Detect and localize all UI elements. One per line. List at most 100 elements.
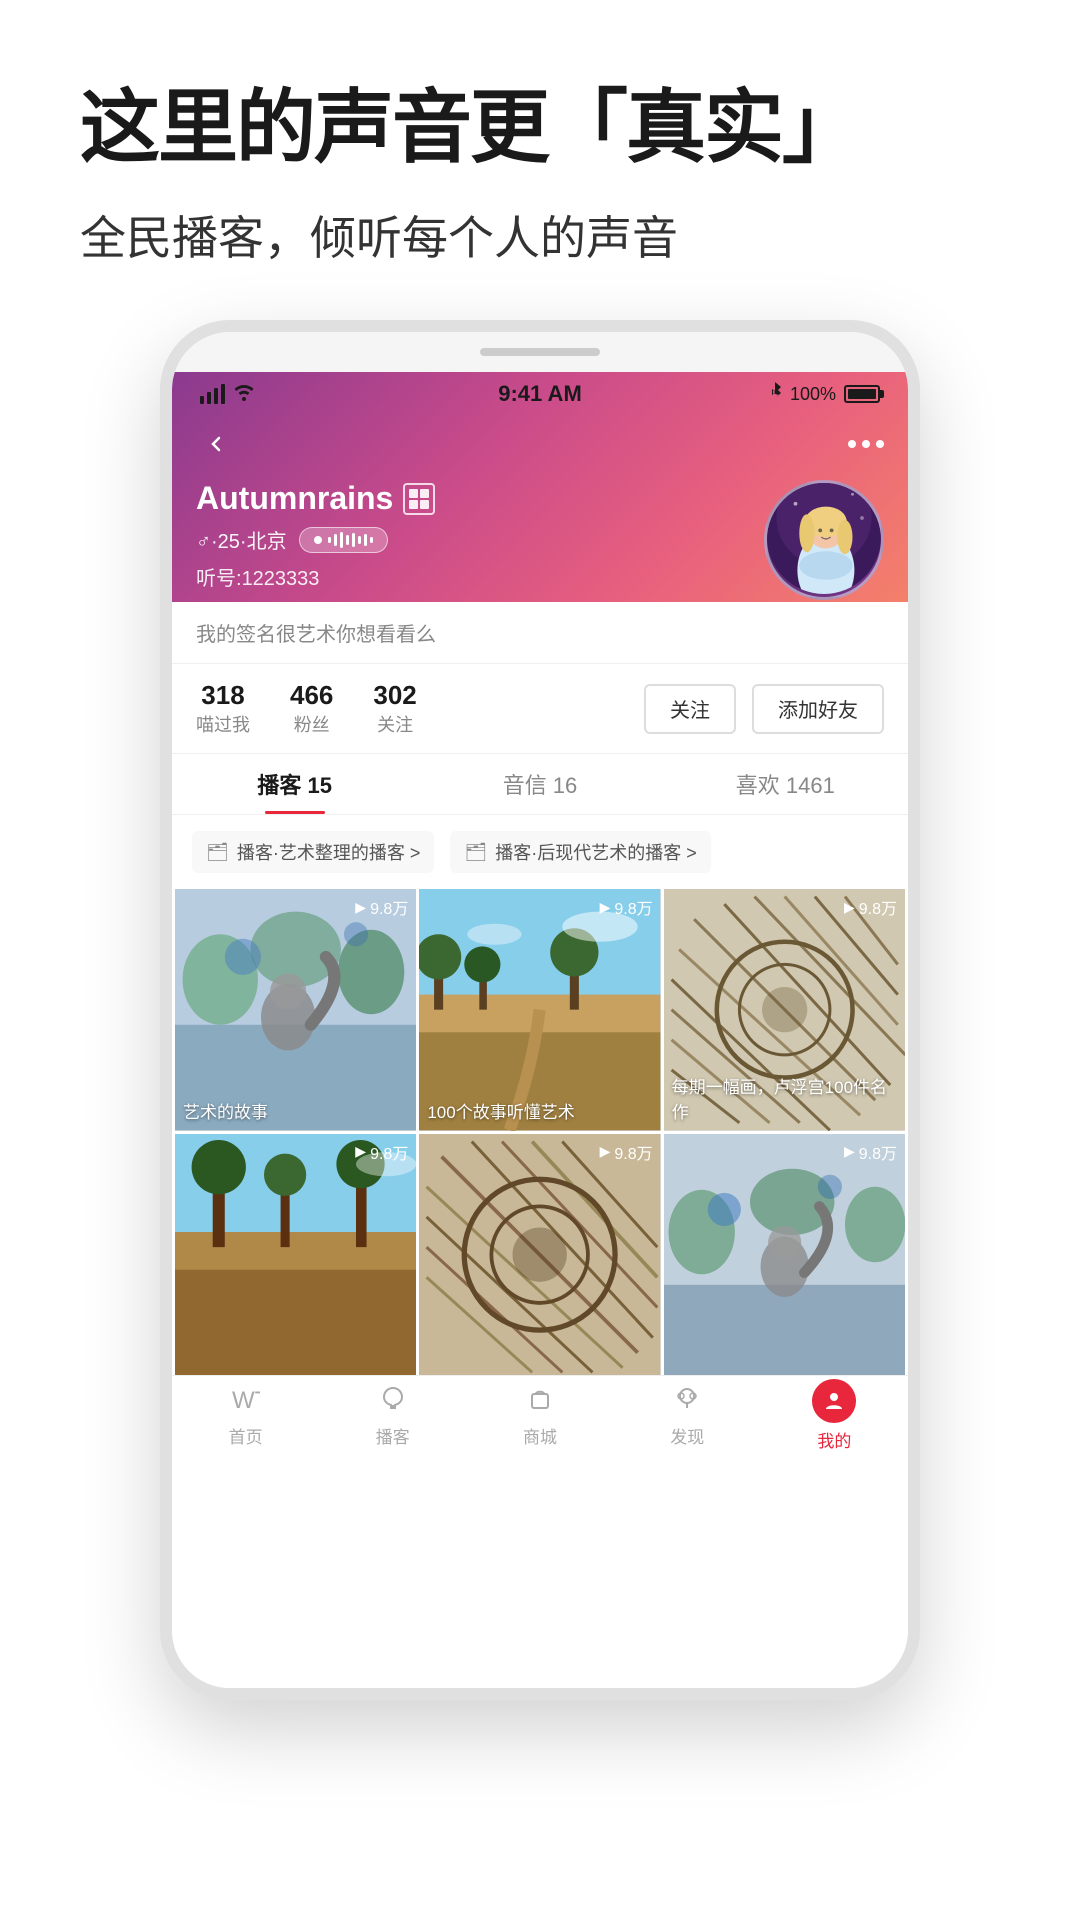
nav-podcast-label: 播客 [376,1423,410,1448]
grid-item-6[interactable]: ▶ 9.8万 [664,1134,905,1375]
dot1 [848,440,856,448]
miao-count: 318 [201,680,244,711]
follow-button[interactable]: 关注 [644,684,736,734]
stat-follow: 302 关注 [373,680,416,737]
profile-id: 听号:1223333 [196,562,764,591]
bottom-nav: WTR 首页 播客 [172,1375,908,1455]
play-icon-4: ▶ [355,1143,366,1160]
profile-name: Autumnrains [196,480,764,517]
play-count-6: ▶ 9.8万 [844,1140,897,1164]
nav-home[interactable]: WTR 首页 [172,1376,319,1455]
tab-likes[interactable]: 喜欢 1461 [663,754,908,814]
qr-cell-3 [409,500,418,509]
nav-mine[interactable]: 我的 [761,1376,908,1455]
subheadline: 全民播客，倾听每个人的声音 [80,206,1000,270]
discover-icon [673,1384,701,1419]
wave8 [370,537,373,543]
profile-actions: 关注 添加好友 [644,684,884,734]
signal-bar-4 [221,384,225,404]
battery-fill [848,389,876,399]
play-icon-2: ▶ [600,899,611,916]
headline: 这里的声音更「真实」 [80,80,1000,176]
dot2 [862,440,870,448]
fans-count: 466 [290,680,333,711]
profile-header-nav [172,416,908,464]
top-text-area: 这里的声音更「真实」 全民播客，倾听每个人的声音 [0,0,1080,300]
voice-dot [314,536,322,544]
wave2 [334,534,337,546]
grid-item-2[interactable]: ▶ 9.8万 100个故事听懂艺术 [419,889,660,1130]
bluetooth-icon [768,382,782,407]
category-tags: 🗂 播客·艺术整理的播客 > 🗂 播客·后现代艺术的播客 > [172,815,908,889]
category-tag-1[interactable]: 🗂 播客·艺术整理的播客 > [192,831,434,873]
wave1 [328,537,331,543]
play-count-2: ▶ 9.8万 [600,895,653,919]
nav-discover[interactable]: 发现 [614,1376,761,1455]
grid-item-4[interactable]: ▶ 9.8万 [175,1134,416,1375]
voice-waves [328,532,373,548]
stat-miao: 318 喵过我 [196,680,250,737]
voice-badge[interactable] [299,527,388,553]
qr-cell-4 [420,500,429,509]
nav-podcast[interactable]: 播客 [319,1376,466,1455]
wave3 [340,532,343,548]
grid-title-2: 100个故事听懂艺术 [427,1098,652,1123]
nav-home-label: 首页 [229,1423,263,1448]
follow-count: 302 [373,680,416,711]
miao-label: 喵过我 [196,711,250,737]
status-left [200,381,255,407]
add-friend-button[interactable]: 添加好友 [752,684,884,734]
art-landscape-svg [419,889,660,1130]
nav-shop-label: 商城 [523,1423,557,1448]
battery-icon [844,385,880,403]
phone-screen: 9:41 AM 100% [172,372,908,1688]
fans-label: 粉丝 [294,711,330,737]
art-squirrel2-svg [664,1134,905,1375]
podcast-icon [379,1384,407,1419]
play-count-5: ▶ 9.8万 [600,1140,653,1164]
profile-text: Autumnrains ♂·25·北京 [196,480,764,591]
art-nest2-svg [419,1134,660,1375]
page-wrapper: 这里的声音更「真实」 全民播客，倾听每个人的声音 [0,0,1080,1920]
tab-audio[interactable]: 音信 16 [417,754,662,814]
signal-bar-2 [207,392,211,404]
grid-item-5[interactable]: ▶ 9.8万 [419,1134,660,1375]
profile-signature: 我的签名很艺术你想看看么 [172,602,908,664]
qr-cell-1 [409,489,418,498]
play-count-4: ▶ 9.8万 [355,1140,408,1164]
play-count-1: ▶ 9.8万 [355,895,408,919]
signal-bars [200,384,225,404]
play-icon-5: ▶ [600,1143,611,1160]
play-icon-6: ▶ [844,1143,855,1160]
back-button[interactable] [196,424,236,464]
grid-title-1: 艺术的故事 [183,1098,408,1123]
nav-shop[interactable]: 商城 [466,1376,613,1455]
grid-item-1[interactable]: ▶ 9.8万 艺术的故事 [175,889,416,1130]
nav-discover-label: 发现 [670,1423,704,1448]
art-squirrel-svg [175,889,416,1130]
wave6 [358,536,361,544]
phone-notch-area [172,332,908,372]
category-tag-2[interactable]: 🗂 播客·后现代艺术的播客 > [450,831,710,873]
wave4 [346,535,349,545]
play-icon-3: ▶ [844,899,855,916]
stat-fans: 466 粉丝 [290,680,333,737]
signal-bar-3 [214,388,218,404]
signal-bar-1 [200,396,204,404]
follow-label: 关注 [377,711,413,737]
svg-text:WTR: WTR [232,1387,260,1412]
qr-icon[interactable] [403,483,435,515]
shop-icon [526,1384,554,1419]
profile-tabs: 播客 15 音信 16 喜欢 1461 [172,754,908,815]
play-icon-1: ▶ [355,899,366,916]
more-button[interactable] [848,440,884,448]
grid-item-3[interactable]: ▶ 9.8万 每期一幅画，卢浮宫100件名作 [664,889,905,1130]
play-count-3: ▶ 9.8万 [844,895,897,919]
wave7 [364,534,367,546]
grid-title-3: 每期一幅画，卢浮宫100件名作 [672,1073,897,1123]
mine-icon-circle [812,1379,856,1423]
tab-podcast[interactable]: 播客 15 [172,754,417,814]
nav-mine-label: 我的 [817,1427,851,1452]
profile-info: Autumnrains ♂·25·北京 [172,464,908,600]
dot3 [876,440,884,448]
